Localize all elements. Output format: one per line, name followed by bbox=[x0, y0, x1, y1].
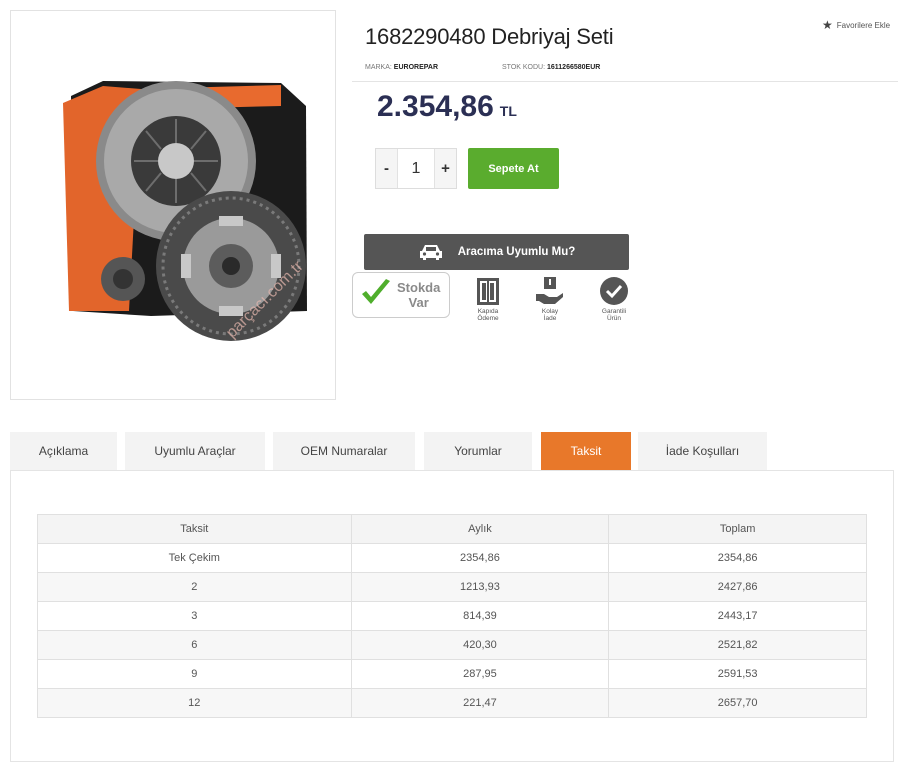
product-title: 1682290480 Debriyaj Seti bbox=[365, 24, 614, 49]
guarantee-line1: Garantili bbox=[601, 308, 627, 315]
tab-yorumlar[interactable]: Yorumlar bbox=[424, 432, 532, 470]
installment-count: 9 bbox=[37, 659, 352, 689]
quantity-decrease-button[interactable]: - bbox=[376, 149, 398, 188]
add-to-cart-button[interactable]: Sepete At bbox=[468, 148, 559, 189]
total-amount: 2521,82 bbox=[608, 630, 867, 660]
stock-code-value: 1611266580EUR bbox=[547, 64, 601, 71]
compat-label: Aracıma Uyumlu Mu? bbox=[457, 246, 576, 258]
total-amount: 2591,53 bbox=[608, 659, 867, 689]
table-row: 12 221,47 2657,70 bbox=[37, 688, 867, 718]
easy-return-badge: Kolay İade bbox=[528, 276, 572, 322]
column-header: Toplam bbox=[608, 514, 867, 544]
table-row: 9 287,95 2591,53 bbox=[37, 659, 867, 689]
monthly-amount: 2354,86 bbox=[350, 543, 610, 573]
return-line1: Kolay bbox=[541, 308, 559, 315]
stock-line2: Var bbox=[408, 295, 429, 310]
star-icon: ★ bbox=[822, 18, 833, 32]
return-line2: İade bbox=[543, 315, 557, 322]
table-row: 2 1213,93 2427,86 bbox=[37, 572, 867, 602]
tab-uyumlu-araclar[interactable]: Uyumlu Araçlar bbox=[125, 432, 265, 470]
price-value: 2.354,86 bbox=[377, 90, 494, 123]
product-image[interactable]: parçacı.com.tr bbox=[10, 10, 336, 400]
guarantee-badge: Garantili Ürün bbox=[592, 276, 636, 322]
installment-count: 12 bbox=[37, 688, 352, 718]
installment-count: Tek Çekim bbox=[37, 543, 352, 573]
total-amount: 2443,17 bbox=[608, 601, 867, 631]
installment-count: 6 bbox=[37, 630, 352, 660]
brand-value: EUROREPAR bbox=[393, 64, 439, 71]
table-row: 6 420,30 2521,82 bbox=[37, 630, 867, 660]
installment-table: Taksit Aylık Toplam Tek Çekim 2354,86 23… bbox=[37, 514, 867, 718]
car-icon bbox=[418, 243, 444, 261]
tab-taksit[interactable]: Taksit bbox=[541, 432, 631, 470]
clutch-kit-image: parçacı.com.tr bbox=[63, 81, 307, 342]
total-amount: 2427,86 bbox=[608, 572, 867, 602]
installment-count: 2 bbox=[37, 572, 352, 602]
monthly-amount: 814,39 bbox=[350, 601, 610, 631]
table-header-row: Taksit Aylık Toplam bbox=[37, 514, 867, 544]
add-to-favorites-link[interactable]: ★ Favorilere Ekle bbox=[822, 18, 890, 32]
total-amount: 2354,86 bbox=[608, 543, 867, 573]
guarantee-seal-icon bbox=[592, 276, 636, 306]
stock-code-label: STOK KODU: bbox=[502, 64, 546, 71]
table-row: 3 814,39 2443,17 bbox=[37, 601, 867, 631]
product-price: 2.354,86 TL bbox=[377, 90, 517, 124]
monthly-amount: 1213,93 bbox=[350, 572, 610, 602]
in-stock-badge: Stokda Var bbox=[352, 272, 450, 318]
total-amount: 2657,70 bbox=[608, 688, 867, 718]
monthly-amount: 287,95 bbox=[350, 659, 610, 689]
monthly-amount: 221,47 bbox=[350, 688, 610, 718]
brand-info: MARKA: EUROREPAR bbox=[365, 64, 438, 71]
brand-label: MARKA: bbox=[365, 64, 392, 71]
door-icon bbox=[466, 276, 510, 306]
door-line2: Ödeme bbox=[477, 315, 499, 322]
stock-code-info: STOK KODU: 1611266580EUR bbox=[502, 64, 600, 71]
guarantee-line2: Ürün bbox=[606, 315, 622, 322]
hand-box-icon bbox=[528, 276, 572, 306]
column-header: Taksit bbox=[37, 514, 352, 544]
quantity-input[interactable]: 1 bbox=[398, 149, 434, 188]
vehicle-compatibility-button[interactable]: Aracıma Uyumlu Mu? bbox=[364, 234, 629, 270]
installment-count: 3 bbox=[37, 601, 352, 631]
divider bbox=[352, 81, 898, 82]
quantity-stepper: - 1 + bbox=[375, 148, 457, 189]
door-line1: Kapıda bbox=[477, 308, 499, 315]
tab-oem-numaralar[interactable]: OEM Numaralar bbox=[273, 432, 415, 470]
stock-line1: Stokda bbox=[397, 280, 441, 295]
currency: TL bbox=[499, 103, 517, 119]
tab-aciklama[interactable]: Açıklama bbox=[10, 432, 117, 470]
pay-at-door-badge: Kapıda Ödeme bbox=[466, 276, 510, 322]
favorites-label: Favorilere Ekle bbox=[836, 20, 891, 30]
tab-iade-kosullari[interactable]: İade Koşulları bbox=[638, 432, 767, 470]
quantity-increase-button[interactable]: + bbox=[434, 149, 456, 188]
table-row: Tek Çekim 2354,86 2354,86 bbox=[37, 543, 867, 573]
column-header: Aylık bbox=[350, 514, 610, 544]
check-icon bbox=[359, 276, 393, 315]
monthly-amount: 420,30 bbox=[350, 630, 610, 660]
